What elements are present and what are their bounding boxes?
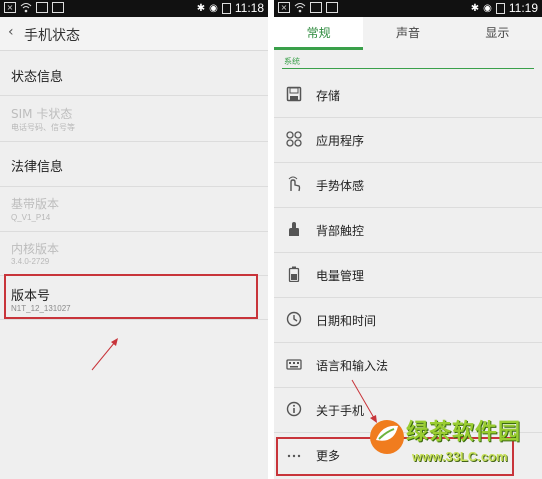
alarm-icon: ◉ [209,2,218,14]
tab-sound[interactable]: 声音 [363,17,452,50]
row-legal-info[interactable]: 法律信息 [0,142,268,187]
wifi-icon [294,2,306,13]
back-arrow-icon[interactable]: ‹ [8,24,14,40]
row-subtitle: 3.4.0-2729 [11,257,50,266]
row-baseband-version: 基带版本 Q_V1_P14 [0,187,268,232]
row-subtitle: Q_V1_P14 [11,213,51,222]
battery-icon [286,266,302,282]
settings-item-label: 背部触控 [316,224,365,238]
storage-icon [286,86,302,102]
status-bar: × ✱ ◉ 11:18 [0,0,268,17]
row-title: SIM 卡状态 [11,107,73,121]
battery-status-icon [495,2,505,14]
sim-icon: × [4,2,16,13]
settings-item-label: 日期和时间 [316,314,377,328]
highlight-box [4,274,258,319]
section-divider [282,68,534,69]
settings-item-back-touch[interactable]: 背部触控 [274,208,542,253]
bluetooth-icon: ✱ [470,2,480,14]
row-title: 法律信息 [11,160,64,175]
settings-item-date-time[interactable]: 日期和时间 [274,298,542,343]
status-time: 11:18 [234,1,264,15]
settings-item-battery[interactable]: 电量管理 [274,253,542,298]
settings-item-storage[interactable]: 存储 [274,73,542,118]
image-notify-icon [310,2,322,13]
image-notify-icon [36,2,48,13]
watermark-url: www.33LC.com [412,449,508,464]
status-bar: × ✱ ◉ 11:19 [274,0,542,17]
settings-tabs: 常规 声音 显示 [274,17,542,50]
bluetooth-icon: ✱ [196,2,206,14]
settings-item-label: 应用程序 [316,134,365,148]
settings-item-label: 语言和输入法 [316,359,389,373]
sim-icon: × [278,2,290,13]
row-title: 状态信息 [11,70,64,85]
clock-icon [286,311,302,327]
gesture-icon [286,176,302,192]
row-title: 内核版本 [11,242,60,256]
watermark-title: 绿茶软件园 [406,420,522,445]
settings-item-language-input[interactable]: 语言和输入法 [274,343,542,388]
row-subtitle: 电话号码、信号等 [11,123,75,132]
keyboard-icon [286,356,302,372]
page-title: 手机状态 [24,28,80,44]
battery-status-icon [221,2,231,14]
row-title: 基带版本 [11,197,60,211]
settings-item-label: 电量管理 [316,269,365,283]
usb-icon [326,2,338,13]
phone-screen-about-status: × ✱ ◉ 11:18 ‹ 手机状态 状态信息 SIM 卡状态 电话号码、信号等… [0,0,268,479]
row-kernel-version: 内核版本 3.4.0-2729 [0,232,268,276]
settings-item-label: 存储 [316,89,341,103]
usb-icon [52,2,64,13]
watermark-logo-icon [370,420,404,454]
alarm-icon: ◉ [483,2,492,14]
watermark: 绿茶软件园 www.33LC.com [366,412,542,479]
settings-item-apps[interactable]: 应用程序 [274,118,542,163]
info-icon [286,401,302,417]
status-time: 11:19 [508,1,538,15]
tab-display[interactable]: 显示 [453,17,542,50]
settings-item-label: 手势体感 [316,179,365,193]
row-sim-status: SIM 卡状态 电话号码、信号等 [0,96,268,142]
section-header: 系统 [284,57,300,66]
pointer-arrow-icon [91,338,118,371]
phone-screen-settings: × ✱ ◉ 11:19 常规 声音 显示 系统 存储 应用程序 手势体感 背部触… [274,0,542,479]
settings-item-gesture[interactable]: 手势体感 [274,163,542,208]
tab-general[interactable]: 常规 [274,17,364,50]
apps-icon [286,131,302,147]
row-status-info[interactable]: 状态信息 [0,51,268,96]
title-bar: ‹ 手机状态 [0,17,268,51]
wifi-icon [20,2,32,13]
back-touch-icon [286,221,302,237]
